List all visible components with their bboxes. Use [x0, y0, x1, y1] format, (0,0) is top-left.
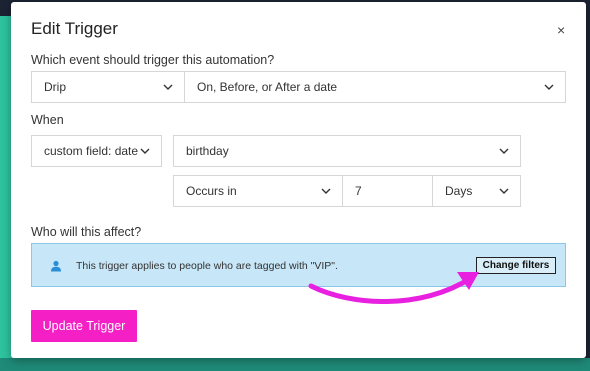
unit-select[interactable]: Days [432, 175, 521, 207]
chevron-down-icon [543, 81, 555, 93]
dialog-title: Edit Trigger [31, 19, 118, 38]
edit-trigger-dialog: Edit Trigger × Which event should trigge… [11, 2, 586, 358]
chevron-down-icon [320, 185, 332, 197]
event-type-select[interactable]: On, Before, or After a date [184, 71, 566, 103]
event-question-label: Which event should trigger this automati… [31, 53, 275, 67]
when-label: When [31, 113, 64, 127]
chevron-down-icon [498, 185, 510, 197]
field-type-value: custom field: date [44, 144, 139, 158]
unit-value: Days [445, 184, 473, 198]
chevron-down-icon [139, 145, 151, 157]
field-type-select[interactable]: custom field: date [31, 135, 162, 167]
affect-question-label: Who will this affect? [31, 225, 142, 239]
amount-value: 7 [355, 184, 362, 198]
timing-select[interactable]: Occurs in [173, 175, 343, 207]
event-source-select[interactable]: Drip [31, 71, 185, 103]
event-type-value: On, Before, or After a date [197, 80, 338, 94]
amount-input[interactable]: 7 [342, 175, 433, 207]
background-panel-bottom [0, 358, 590, 371]
chevron-down-icon [162, 81, 174, 93]
timing-value: Occurs in [186, 184, 237, 198]
change-filters-button[interactable]: Change filters [476, 257, 556, 274]
event-source-value: Drip [44, 80, 67, 94]
filter-info-banner: This trigger applies to people who are t… [31, 243, 566, 287]
filter-info-text: This trigger applies to people who are t… [76, 260, 338, 272]
close-icon[interactable]: × [557, 23, 565, 37]
person-icon [50, 259, 62, 272]
chevron-down-icon [498, 145, 510, 157]
custom-field-value: birthday [186, 144, 229, 158]
update-trigger-button[interactable]: Update Trigger [31, 310, 137, 342]
custom-field-select[interactable]: birthday [173, 135, 521, 167]
